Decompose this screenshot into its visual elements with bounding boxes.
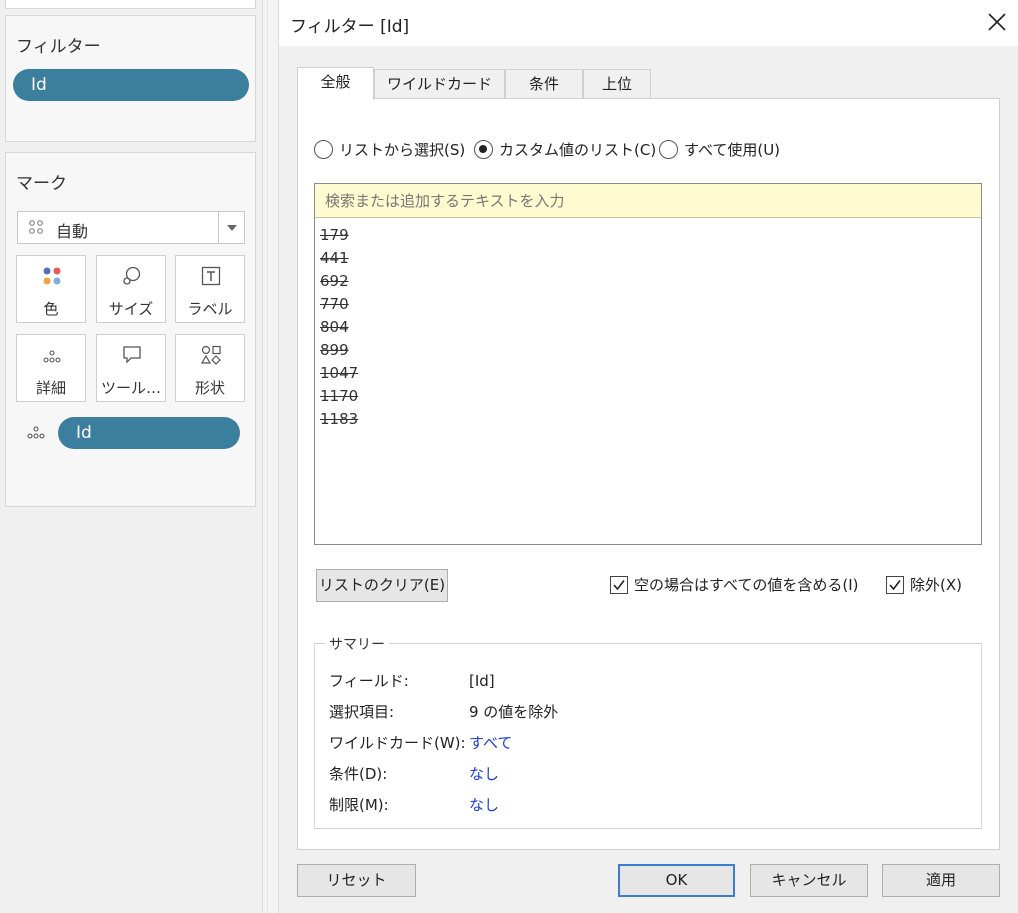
search-input[interactable] bbox=[315, 184, 981, 218]
radio-circle-selected bbox=[474, 140, 493, 159]
radio-label: すべて使用(U) bbox=[684, 141, 781, 159]
radio-select-from-list[interactable]: リストから選択(S) bbox=[314, 139, 465, 160]
tab-condition[interactable]: 条件 bbox=[505, 69, 583, 99]
checkbox-label: 空の場合はすべての値を含める(I) bbox=[634, 576, 859, 594]
checkmark-icon bbox=[613, 579, 625, 590]
size-button-label: サイズ bbox=[108, 300, 154, 318]
pane-splitter[interactable] bbox=[262, 0, 279, 913]
cancel-button[interactable]: キャンセル bbox=[750, 864, 868, 897]
list-item[interactable]: 692 bbox=[320, 270, 358, 293]
color-button-label: 色 bbox=[43, 300, 59, 318]
tab-top[interactable]: 上位 bbox=[583, 69, 651, 99]
chevron-down-icon[interactable] bbox=[227, 225, 237, 231]
radio-use-all[interactable]: すべて使用(U) bbox=[659, 139, 780, 160]
list-item[interactable]: 1170 bbox=[320, 385, 358, 408]
tab-wildcard[interactable]: ワイルドカード bbox=[374, 69, 505, 99]
filters-card: フィルター Id bbox=[5, 15, 256, 142]
list-item[interactable]: 770 bbox=[320, 293, 358, 316]
color-icon bbox=[43, 267, 61, 285]
reset-button[interactable]: リセット bbox=[297, 864, 416, 897]
radio-label: リストから選択(S) bbox=[339, 141, 466, 159]
close-icon[interactable] bbox=[984, 9, 1010, 35]
summary-condition-link[interactable]: なし bbox=[469, 763, 499, 785]
dialog-title: フィルター [Id] bbox=[290, 17, 410, 37]
summary-group: サマリー フィールド: [Id] 選択項目: 9 の値を除外 ワイルドカード(W… bbox=[314, 634, 982, 829]
size-button[interactable]: サイズ bbox=[96, 255, 166, 323]
filter-dialog: フィルター [Id] 全般 ワイルドカード 条件 上位 リストから選択(S) カ… bbox=[279, 0, 1018, 913]
list-item[interactable]: 1047 bbox=[320, 362, 358, 385]
general-tab-panel: リストから選択(S) カスタム値のリスト(C) すべて使用(U) 179 441… bbox=[297, 98, 1000, 850]
label-button[interactable]: ラベル bbox=[175, 255, 245, 323]
text-label-icon bbox=[201, 266, 221, 286]
detail-button[interactable]: 詳細 bbox=[16, 334, 86, 402]
checkbox-box bbox=[610, 575, 628, 594]
custom-value-list: 179 441 692 770 804 899 1047 1170 1183 bbox=[314, 183, 982, 545]
mark-type-label: 自動 bbox=[56, 222, 89, 241]
list-item[interactable]: 179 bbox=[320, 224, 358, 247]
summary-value: [Id] bbox=[469, 672, 495, 690]
shape-button[interactable]: 形状 bbox=[175, 334, 245, 402]
filters-title: フィルター bbox=[16, 37, 101, 57]
tab-general[interactable]: 全般 bbox=[297, 67, 374, 100]
filter-pill-id[interactable]: Id bbox=[13, 69, 249, 101]
summary-wildcard-link[interactable]: すべて bbox=[469, 732, 512, 754]
shape-button-label: 形状 bbox=[194, 379, 225, 397]
ok-button[interactable]: OK bbox=[618, 864, 735, 897]
clear-list-button[interactable]: リストのクリア(E) bbox=[316, 569, 448, 602]
include-all-when-empty-checkbox[interactable]: 空の場合はすべての値を含める(I) bbox=[610, 574, 858, 595]
radio-circle bbox=[314, 140, 333, 159]
value-list: 179 441 692 770 804 899 1047 1170 1183 bbox=[320, 224, 358, 431]
list-item[interactable]: 1183 bbox=[320, 408, 358, 431]
summary-key: フィールド: bbox=[329, 672, 409, 690]
summary-title: サマリー bbox=[325, 634, 389, 654]
shape-icon bbox=[201, 345, 221, 365]
radio-custom-value-list[interactable]: カスタム値のリスト(C) bbox=[474, 139, 656, 160]
tooltip-button-label: ツール… bbox=[100, 379, 161, 397]
radio-circle bbox=[659, 140, 678, 159]
left-pane: フィルター Id マーク 自動 色 サイズ ラベル 詳細 ツール… 形状 Id bbox=[0, 0, 262, 913]
marks-title: マーク bbox=[16, 174, 67, 194]
tooltip-icon bbox=[123, 346, 141, 364]
checkbox-box bbox=[886, 575, 904, 594]
size-icon bbox=[123, 266, 141, 285]
summary-limit-link[interactable]: なし bbox=[469, 794, 499, 816]
shelf-top-strip bbox=[5, 0, 256, 9]
exclude-checkbox[interactable]: 除外(X) bbox=[886, 574, 962, 595]
detail-pill-id[interactable]: Id bbox=[58, 417, 240, 449]
detail-icon bbox=[43, 350, 61, 363]
apply-button[interactable]: 適用 bbox=[882, 864, 1000, 897]
summary-key: 条件(D): bbox=[329, 765, 388, 783]
label-button-label: ラベル bbox=[187, 300, 233, 318]
checkmark-icon bbox=[889, 579, 901, 590]
summary-key: 制限(M): bbox=[329, 796, 389, 814]
auto-mark-icon bbox=[29, 220, 43, 234]
summary-key: 選択項目: bbox=[329, 703, 395, 721]
mark-type-dropdown[interactable]: 自動 bbox=[17, 211, 245, 244]
summary-key: ワイルドカード(W): bbox=[329, 734, 466, 752]
list-item[interactable]: 804 bbox=[320, 316, 358, 339]
list-item[interactable]: 441 bbox=[320, 247, 358, 270]
list-item[interactable]: 899 bbox=[320, 339, 358, 362]
detail-button-label: 詳細 bbox=[35, 379, 66, 397]
dialog-titlebar: フィルター [Id] bbox=[279, 0, 1018, 46]
radio-label: カスタム値のリスト(C) bbox=[499, 141, 657, 159]
tooltip-button[interactable]: ツール… bbox=[96, 334, 166, 402]
color-button[interactable]: 色 bbox=[16, 255, 86, 323]
summary-value: 9 の値を除外 bbox=[469, 703, 559, 721]
dropdown-separator bbox=[218, 212, 219, 243]
detail-icon bbox=[27, 426, 45, 439]
checkbox-label: 除外(X) bbox=[910, 576, 962, 594]
marks-card: マーク 自動 色 サイズ ラベル 詳細 ツール… 形状 Id bbox=[5, 152, 256, 507]
